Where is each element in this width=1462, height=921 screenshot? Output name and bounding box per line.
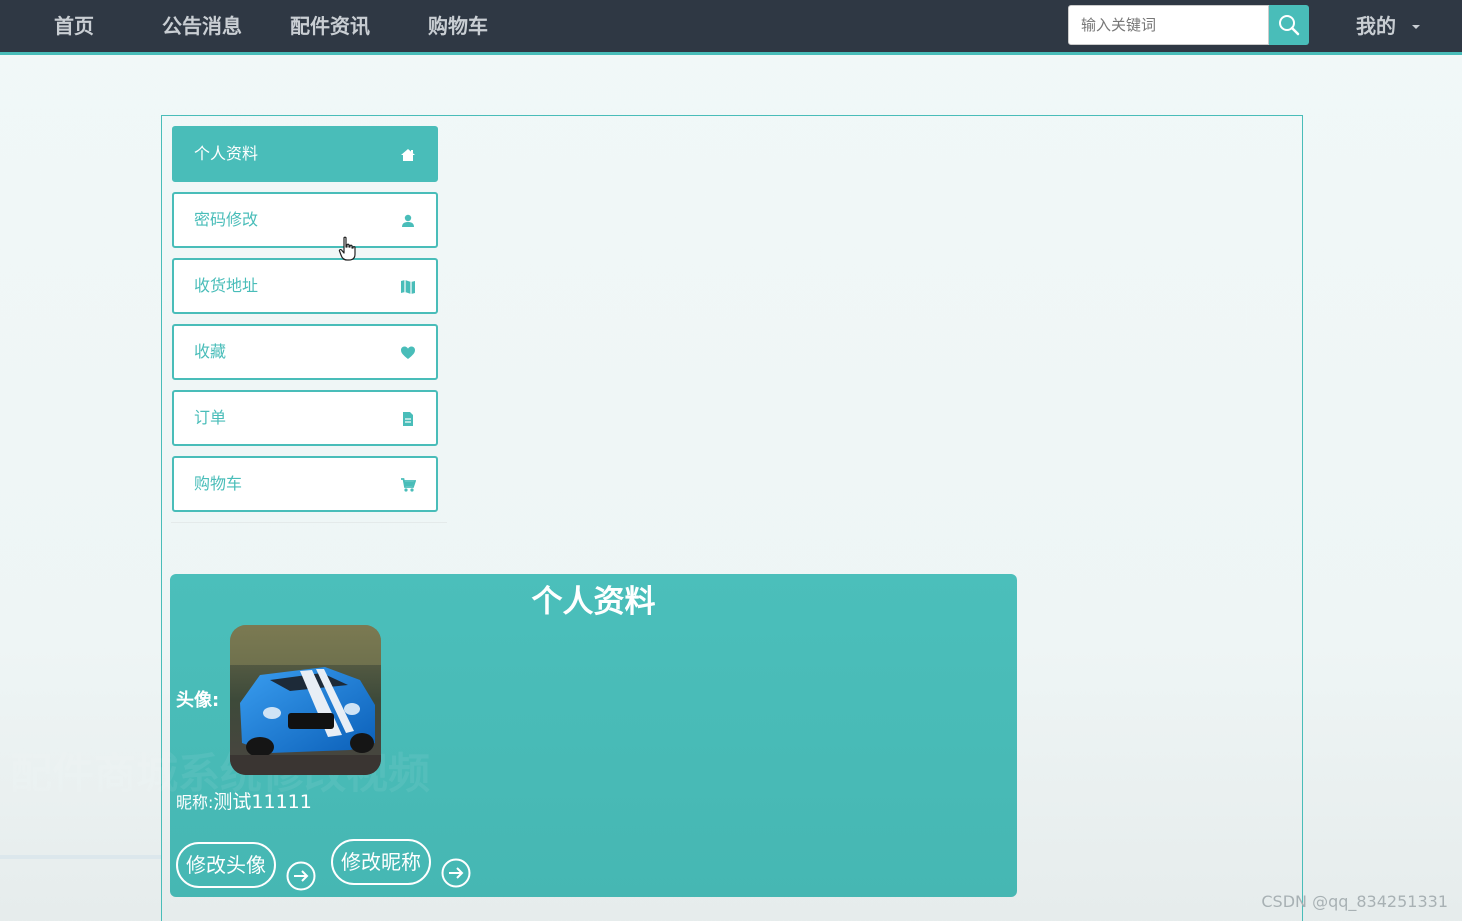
avatar-label: 头像:: [176, 690, 220, 711]
sidebar-item-label: 密码修改: [194, 210, 259, 229]
sidebar-item-orders[interactable]: 订单: [172, 390, 438, 446]
sidebar-item-label: 收货地址: [194, 276, 259, 295]
top-navbar: 首页 公告消息 配件资讯 购物车 我的: [0, 0, 1462, 55]
sidebar-item-label: 购物车: [194, 474, 243, 493]
sidebar-item-password[interactable]: 密码修改: [172, 192, 438, 248]
chevron-down-icon: [1412, 25, 1420, 29]
heart-icon: [401, 346, 415, 359]
change-avatar-button[interactable]: 修改头像: [176, 842, 276, 888]
search-input[interactable]: [1068, 5, 1269, 45]
divider: [0, 855, 161, 859]
cart-icon: [401, 478, 416, 492]
user-icon: [402, 214, 414, 227]
nav-parts-news[interactable]: 配件资讯: [290, 0, 370, 52]
sidebar-item-label: 订单: [194, 408, 227, 427]
avatar: [230, 625, 381, 775]
credit-watermark: CSDN @qq_834251331: [1261, 892, 1448, 911]
sidebar-item-label: 个人资料: [194, 144, 259, 163]
nickname-row: 昵称:测试11111: [176, 787, 312, 814]
sidebar-item-cart[interactable]: 购物车: [172, 456, 438, 512]
search-icon: [1279, 15, 1300, 36]
arrow-right-circle-icon[interactable]: [441, 858, 471, 888]
nav-cart[interactable]: 购物车: [428, 0, 488, 52]
my-account-menu[interactable]: 我的: [1356, 0, 1396, 52]
nickname-value: 测试11111: [213, 791, 312, 813]
sidebar-item-address[interactable]: 收货地址: [172, 258, 438, 314]
search-button[interactable]: [1269, 5, 1309, 45]
sidebar-item-favorites[interactable]: 收藏: [172, 324, 438, 380]
arrow-right-circle-icon[interactable]: [286, 861, 316, 891]
nav-announcements[interactable]: 公告消息: [162, 0, 242, 52]
nav-home[interactable]: 首页: [54, 0, 94, 52]
sidebar-item-label: 收藏: [194, 342, 227, 361]
nickname-label: 昵称:: [176, 793, 214, 812]
sidebar-item-profile[interactable]: 个人资料: [172, 126, 438, 182]
hand-cursor-icon: [338, 236, 356, 261]
car-avatar-image: [230, 625, 381, 775]
change-nickname-button[interactable]: 修改昵称: [331, 839, 431, 885]
file-icon: [403, 412, 413, 426]
profile-title: 个人资料: [531, 584, 656, 620]
home-icon: [401, 149, 415, 161]
map-icon: [401, 280, 415, 294]
